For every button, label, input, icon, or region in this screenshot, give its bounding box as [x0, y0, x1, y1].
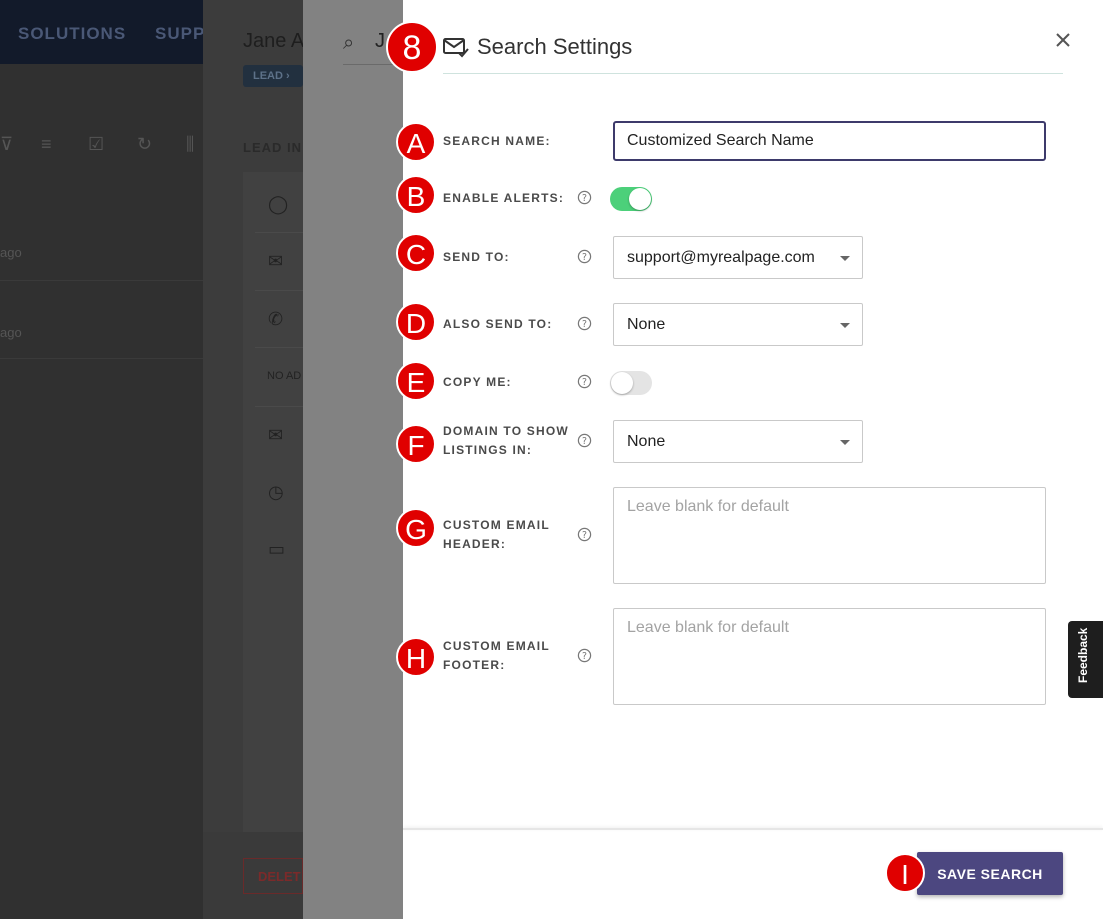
caret-down-icon	[840, 440, 850, 445]
top-nav: SOLUTIONS SUPP	[0, 0, 205, 64]
svg-text:?: ?	[582, 252, 587, 263]
svg-text:?: ?	[582, 530, 587, 541]
help-icon[interactable]: ?	[577, 433, 592, 448]
caret-down-icon	[840, 323, 850, 328]
lead-status-badge: LEAD ›	[243, 65, 303, 87]
caret-down-icon	[840, 256, 850, 261]
sort-icon[interactable]: ≡	[41, 134, 61, 154]
domain-label-line1: DOMAIN TO SHOW	[443, 424, 569, 438]
email-footer-label-line1: CUSTOM EMAIL	[443, 639, 550, 653]
refresh-icon[interactable]: ↻	[137, 134, 157, 154]
search-settings-dialog: Search Settings SEARCH NAME: ENABLE ALER…	[403, 0, 1103, 919]
close-icon[interactable]	[1053, 30, 1073, 50]
also-send-to-label: ALSO SEND TO:	[443, 317, 553, 331]
help-icon[interactable]: ?	[577, 316, 592, 331]
annotation-marker-c: C	[396, 233, 436, 273]
feedback-label: Feedback	[1076, 627, 1090, 683]
help-icon[interactable]: ?	[577, 190, 592, 205]
toggle-knob	[611, 372, 633, 394]
help-icon[interactable]: ?	[577, 527, 592, 542]
domain-label-line2: LISTINGS IN:	[443, 443, 533, 457]
help-icon[interactable]: ?	[577, 249, 592, 264]
annotation-marker-g: G	[396, 508, 436, 548]
svg-text:?: ?	[582, 319, 587, 330]
annotation-marker-e: E	[396, 361, 436, 401]
also-send-to-value: None	[627, 316, 666, 333]
divider	[255, 406, 303, 407]
nav-item-support[interactable]: SUPP	[155, 24, 205, 44]
enable-alerts-label: ENABLE ALERTS:	[443, 191, 565, 205]
select-all-icon[interactable]: ☑	[88, 134, 108, 154]
annotation-marker-f: F	[396, 424, 436, 464]
help-icon[interactable]: ?	[577, 648, 592, 663]
email-header-label: CUSTOM EMAIL HEADER:	[443, 516, 550, 554]
no-address-text: NO AD	[267, 370, 302, 382]
clock-icon: ◷	[268, 482, 284, 502]
dialog-title: Search Settings	[477, 34, 633, 59]
divider	[255, 232, 303, 233]
nav-item-solutions[interactable]: SOLUTIONS	[18, 24, 126, 44]
annotation-marker-d: D	[396, 302, 436, 342]
feedback-tab[interactable]: Feedback	[1068, 621, 1103, 698]
saved-search-panel	[303, 0, 403, 919]
comment-icon: ▭	[268, 539, 286, 559]
annotation-marker-b: B	[396, 175, 436, 215]
toggle-knob	[629, 188, 651, 210]
svg-text:?: ?	[582, 651, 587, 662]
copy-me-label: COPY ME:	[443, 375, 512, 389]
panel-title-fragment: J	[375, 30, 385, 52]
domain-label: DOMAIN TO SHOW LISTINGS IN:	[443, 422, 569, 460]
divider	[255, 290, 303, 291]
annotation-marker-a: A	[396, 122, 436, 162]
send-to-value: support@myrealpage.com	[627, 249, 815, 266]
email-footer-label-line2: FOOTER:	[443, 658, 506, 672]
domain-value: None	[627, 433, 666, 450]
divider	[0, 358, 203, 359]
search-name-input[interactable]	[613, 121, 1046, 161]
lead-time-ago: ago	[0, 245, 22, 260]
domain-select[interactable]: None	[613, 420, 863, 463]
save-search-button[interactable]: SAVE SEARCH	[917, 852, 1063, 895]
lead-info-heading: LEAD IN	[243, 140, 302, 155]
svg-text:?: ?	[582, 377, 587, 388]
dialog-footer-divider	[403, 828, 1103, 830]
mail-list-icon: ✉	[268, 425, 284, 445]
email-header-label-line1: CUSTOM EMAIL	[443, 518, 550, 532]
svg-text:?: ?	[582, 436, 587, 447]
email-header-textarea[interactable]	[613, 487, 1046, 584]
email-header-label-line2: HEADER:	[443, 537, 507, 551]
help-icon[interactable]: ?	[577, 374, 592, 389]
user-icon: ◯	[268, 194, 289, 214]
annotation-marker-i: I	[885, 853, 925, 893]
phone-icon: ✆	[268, 309, 284, 329]
svg-text:?: ?	[582, 193, 587, 204]
lead-time-ago: ago	[0, 325, 22, 340]
annotation-marker-h: H	[396, 637, 436, 677]
divider	[255, 347, 303, 348]
divider	[0, 280, 203, 281]
saved-search-icon: ⌕	[343, 32, 355, 54]
search-name-label: SEARCH NAME:	[443, 134, 551, 148]
annotation-marker-8: 8	[386, 21, 438, 73]
send-to-label: SEND TO:	[443, 250, 510, 264]
lead-badge-label: LEAD	[253, 70, 283, 82]
dialog-header: Search Settings	[443, 24, 1063, 74]
lead-name: Jane A	[243, 30, 305, 52]
email-footer-label: CUSTOM EMAIL FOOTER:	[443, 637, 550, 675]
email-icon: ✉	[268, 251, 284, 271]
mail-check-icon	[443, 38, 469, 58]
enable-alerts-toggle[interactable]	[610, 187, 652, 211]
copy-me-toggle[interactable]	[610, 371, 652, 395]
filter-icon[interactable]: ⊽	[0, 134, 20, 154]
email-footer-textarea[interactable]	[613, 608, 1046, 705]
delete-button[interactable]: DELET	[243, 858, 303, 894]
lead-list-panel	[0, 64, 203, 919]
also-send-to-select[interactable]: None	[613, 303, 863, 346]
send-to-select[interactable]: support@myrealpage.com	[613, 236, 863, 279]
